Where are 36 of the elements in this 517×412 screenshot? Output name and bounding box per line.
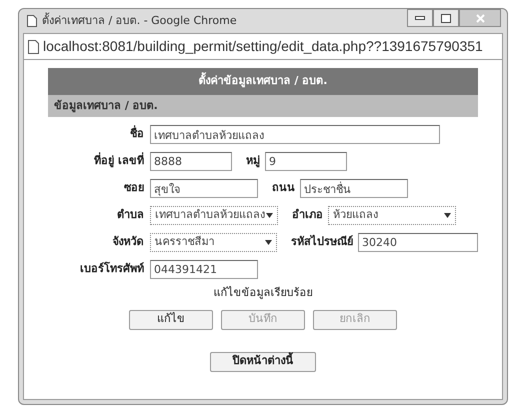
- caret-icon: [444, 213, 451, 218]
- input-field[interactable]: 044391421: [150, 260, 258, 279]
- page-icon: [27, 15, 37, 27]
- field-label: ชื่อ: [129, 126, 144, 142]
- dropdown[interactable]: เทศบาลตำบลห้วยแถลง: [150, 206, 278, 225]
- input-field[interactable]: สุขใจ: [150, 179, 258, 198]
- input-field[interactable]: 8888: [150, 152, 232, 171]
- page-icon: [28, 40, 39, 54]
- minimize-button[interactable]: [407, 9, 433, 27]
- section-header: ข้อมูลเทศบาล / อบต.: [48, 94, 478, 117]
- input-field[interactable]: 30240: [358, 233, 478, 252]
- field-label: ตำบล: [116, 207, 144, 224]
- caret-icon: [266, 213, 273, 218]
- dropdown[interactable]: นครราชสีมา: [150, 233, 277, 252]
- field-label: รหัสไปรษณีย์: [291, 234, 353, 250]
- maximize-button[interactable]: [433, 9, 459, 27]
- field-label: อำเภอ: [292, 207, 323, 224]
- field-label: ที่อยู่ เลขที่: [93, 153, 144, 170]
- field-label: จังหวัด: [112, 234, 144, 250]
- close-icon: [476, 14, 484, 22]
- input-field[interactable]: ประชาชื่น: [300, 179, 408, 198]
- panel-header: ตั้งค่าข้อมูลเทศบาล / อบต.: [48, 68, 478, 94]
- close-window-button[interactable]: ปิดหน้าต่างนี้: [210, 352, 316, 372]
- field-label: ซอย: [123, 180, 144, 196]
- status-message: แก้ไขข้อมูลเรียบร้อย: [212, 285, 314, 301]
- field-label: ถนน: [272, 180, 295, 196]
- form-button[interactable]: แก้ไข: [129, 310, 213, 330]
- caret-icon: [265, 240, 272, 245]
- field-label: เบอร์โทรศัพท์: [79, 261, 144, 278]
- input-field[interactable]: เทศบาลตำบลห้วยแถลง: [150, 125, 440, 144]
- dropdown[interactable]: ห้วยแถลง: [328, 206, 456, 225]
- input-field[interactable]: 9: [265, 152, 347, 171]
- minimize-icon: [415, 16, 425, 20]
- window-title: ตั้งค่าเทศบาล / อบต. - Google Chrome: [42, 12, 237, 29]
- field-label: หมู่: [246, 153, 260, 170]
- maximize-icon: [441, 14, 451, 22]
